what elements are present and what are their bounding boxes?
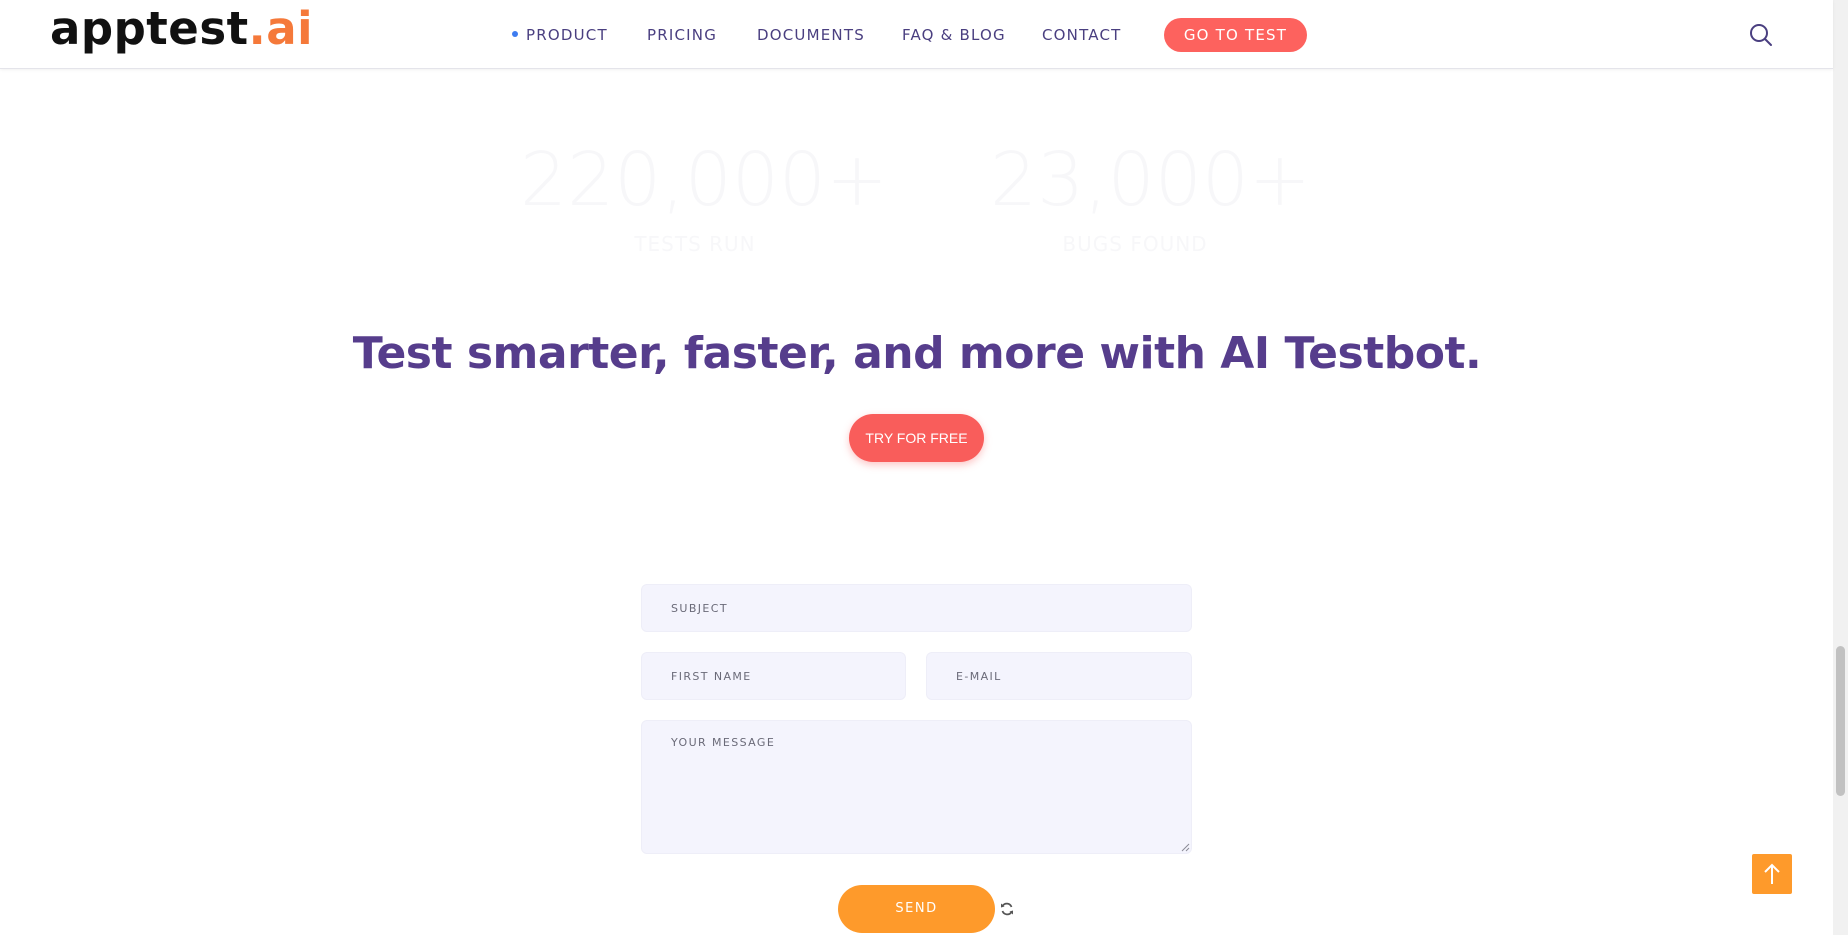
stat-value-bugs: 23,000+ — [990, 137, 1311, 223]
email-input[interactable]: E-MAIL — [926, 652, 1192, 700]
nav-item-documents[interactable]: DOCUMENTS — [757, 22, 865, 48]
subject-input[interactable]: SUBJECT — [641, 584, 1192, 632]
nav-item-contact[interactable]: CONTACT — [1042, 22, 1122, 48]
hero-headline: Test smarter, faster, and more with AI T… — [352, 328, 1482, 379]
stat-label-tests: TESTS RUN — [634, 232, 756, 256]
back-to-top-button[interactable] — [1752, 854, 1792, 894]
go-to-test-button[interactable]: GO TO TEST — [1164, 18, 1307, 52]
nav-item-pricing[interactable]: PRICING — [647, 22, 717, 48]
arrow-up-icon — [1764, 863, 1780, 884]
stat-value-tests: 220,000+ — [520, 137, 889, 223]
site-header: apptest.ai PRODUCT PRICING DOCUMENTS FAQ… — [0, 0, 1833, 69]
logo-accent-text: .ai — [248, 2, 314, 55]
resize-handle-icon[interactable] — [1181, 843, 1190, 852]
try-for-free-button[interactable]: TRY FOR FREE — [849, 414, 984, 462]
nav-item-product[interactable]: PRODUCT — [526, 22, 608, 48]
page: apptest.ai PRODUCT PRICING DOCUMENTS FAQ… — [0, 0, 1848, 935]
first-name-input[interactable]: FIRST NAME — [641, 652, 906, 700]
search-icon[interactable] — [1749, 23, 1773, 47]
scrollbar-thumb[interactable] — [1836, 646, 1845, 796]
refresh-icon[interactable] — [999, 901, 1015, 917]
logo-main-text: apptest — [50, 2, 249, 55]
email-placeholder: E-MAIL — [956, 670, 1002, 683]
stat-label-bugs: BUGS FOUND — [1062, 232, 1208, 256]
send-button[interactable]: SEND — [838, 885, 995, 933]
message-placeholder: YOUR MESSAGE — [671, 736, 776, 749]
active-nav-dot — [512, 31, 518, 37]
first-name-placeholder: FIRST NAME — [671, 670, 752, 683]
subject-placeholder: SUBJECT — [671, 602, 728, 615]
message-textarea[interactable]: YOUR MESSAGE — [641, 720, 1192, 854]
nav-item-faq-blog[interactable]: FAQ & BLOG — [902, 22, 1006, 48]
logo[interactable]: apptest.ai — [50, 4, 313, 54]
